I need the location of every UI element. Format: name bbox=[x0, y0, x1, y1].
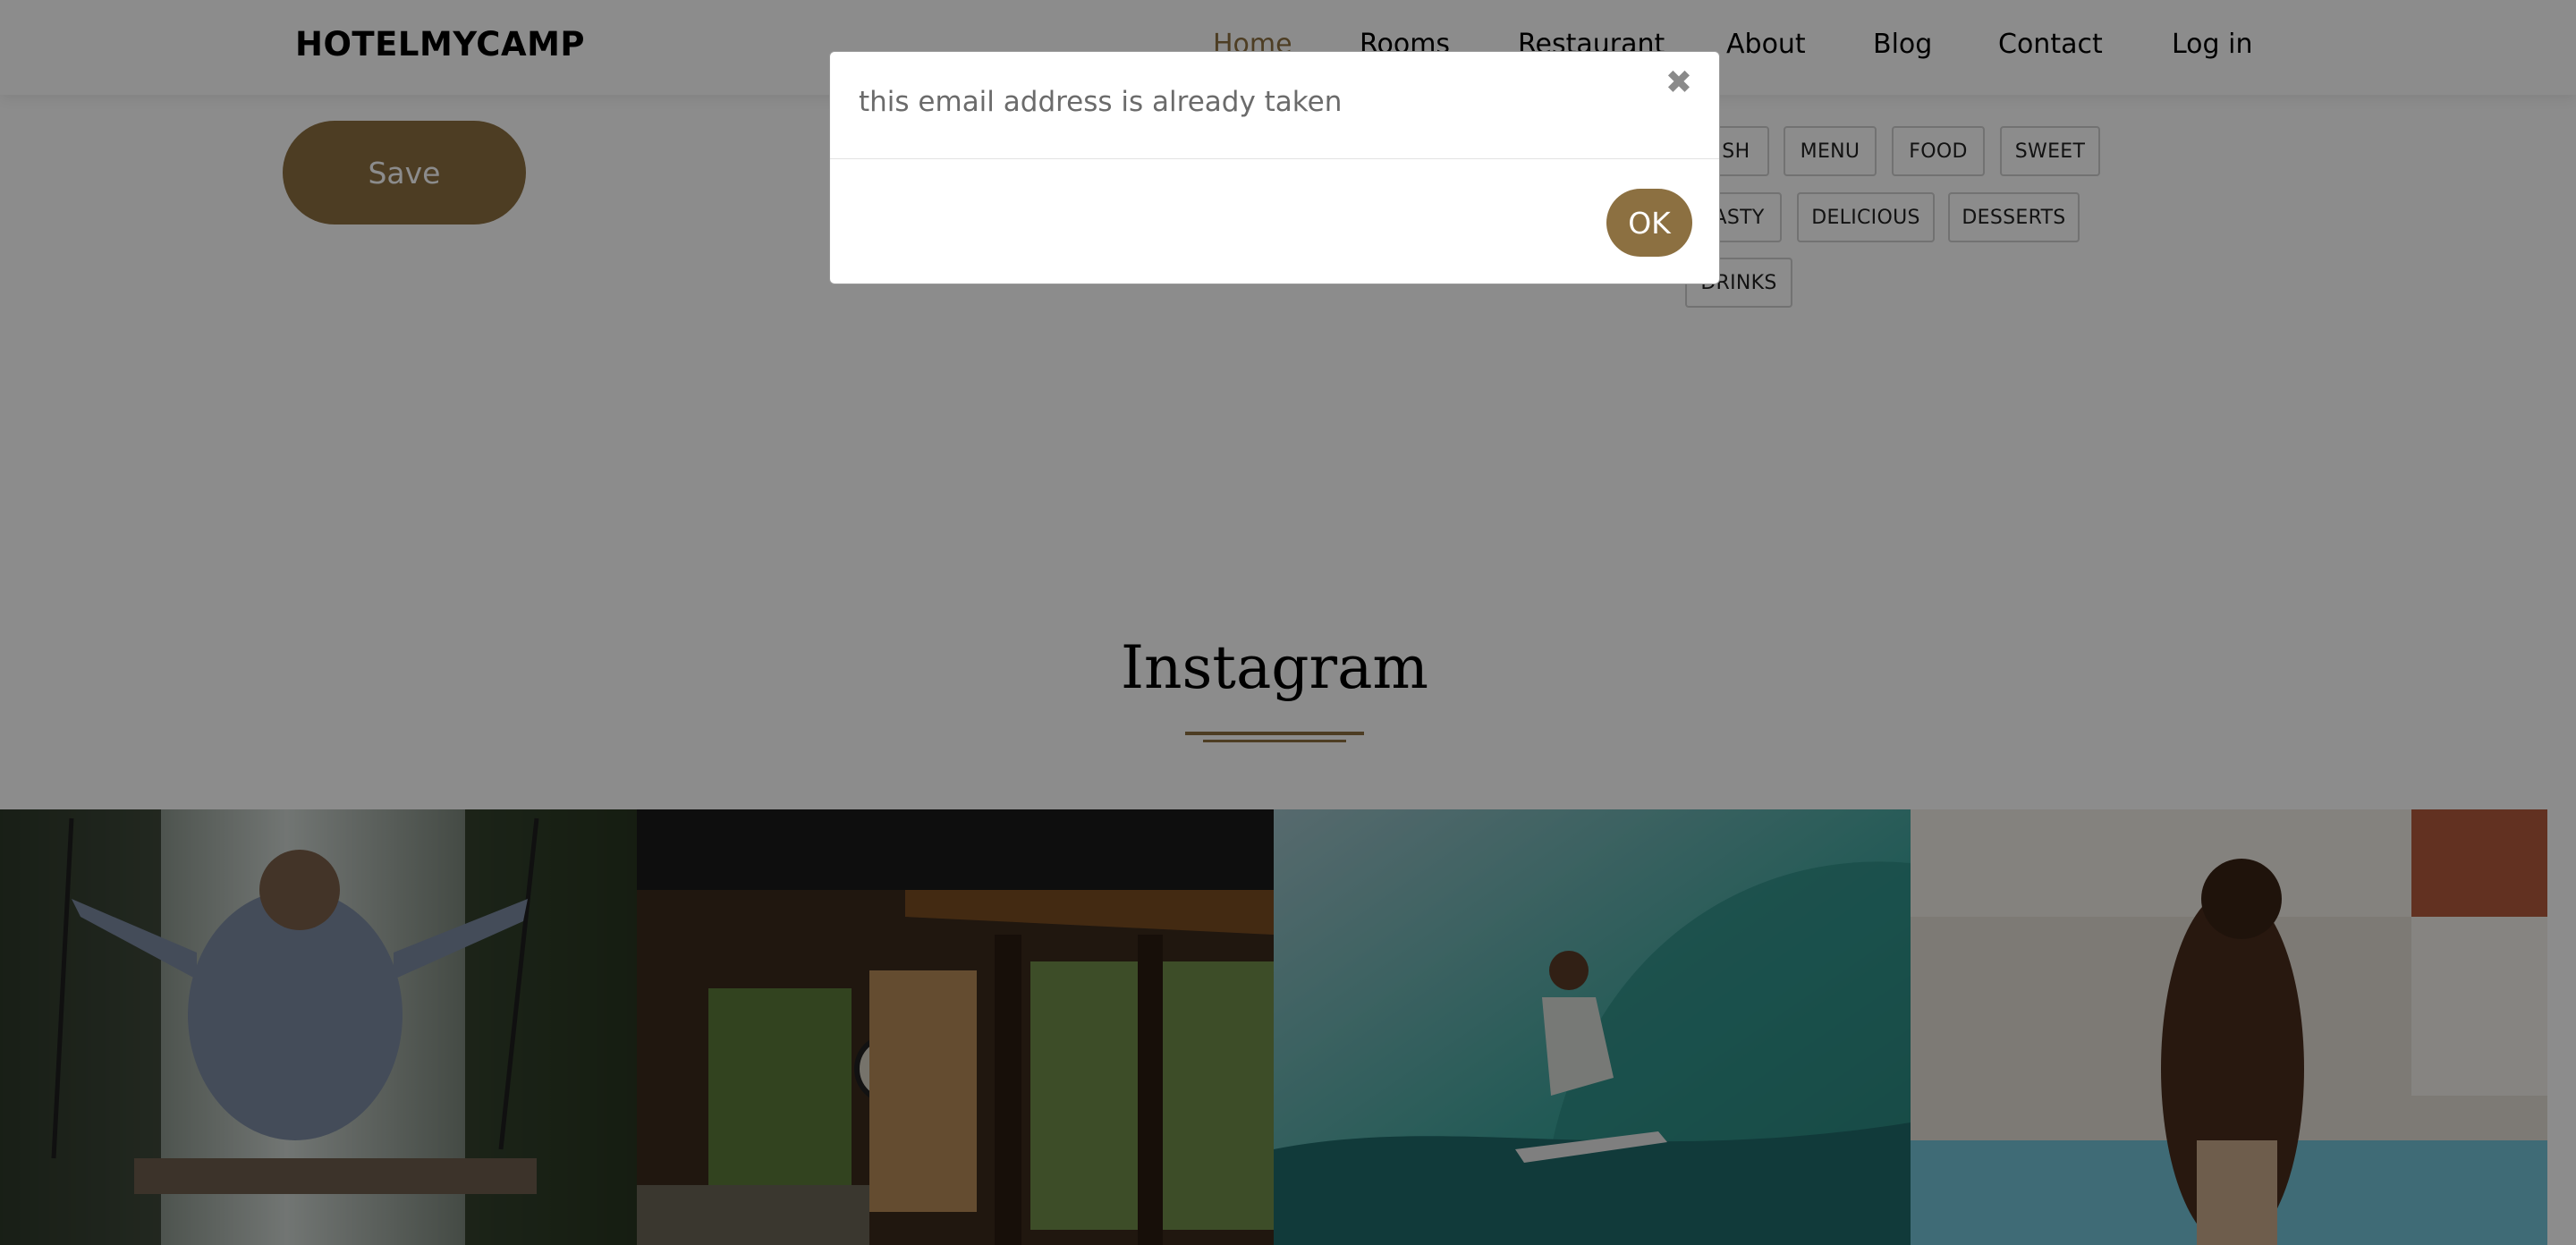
ok-button[interactable]: OK bbox=[1606, 189, 1692, 257]
close-icon[interactable]: ✖ bbox=[1665, 64, 1692, 101]
alert-message: this email address is already taken bbox=[859, 86, 1343, 118]
dialog-divider bbox=[830, 158, 1719, 159]
alert-dialog: this email address is already taken ✖ OK bbox=[829, 51, 1720, 284]
